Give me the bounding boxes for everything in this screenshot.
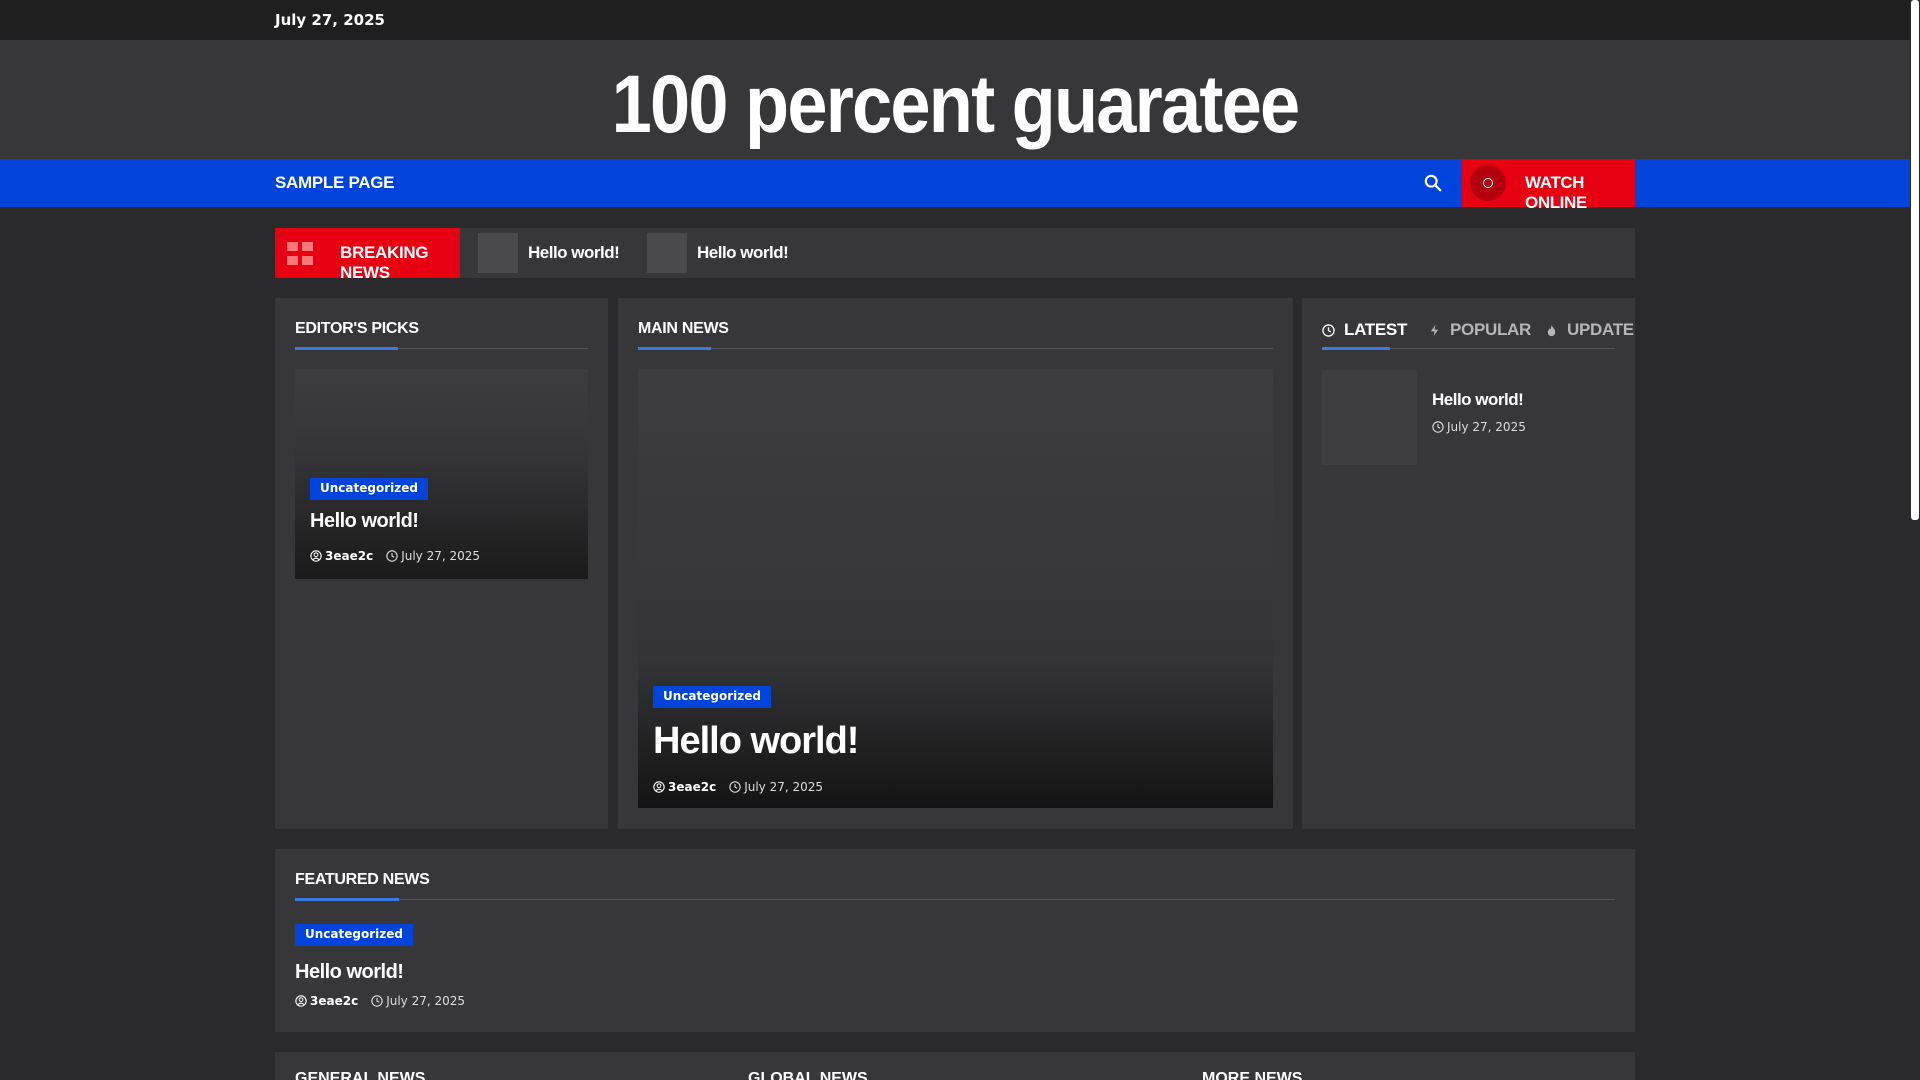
card-title[interactable]: Hello world!	[310, 510, 419, 533]
masthead: 100 percent guaratee	[0, 40, 1910, 159]
editors-pick-card[interactable]: Uncategorized Hello world! 3eae2c July 2…	[295, 369, 588, 579]
card-meta: 3eae2c July 27, 2025	[653, 780, 823, 794]
site-title[interactable]: 100 percent guaratee	[115, 58, 1796, 152]
editors-picks-panel: EDITOR'S PICKS Uncategorized Hello world…	[275, 298, 608, 829]
top-bar: July 27, 2025	[0, 0, 1910, 40]
tab-label: UPDATE	[1567, 320, 1634, 339]
user-icon	[310, 550, 322, 562]
author-link[interactable]: 3eae2c	[295, 994, 358, 1008]
tab-latest[interactable]: LATEST	[1322, 320, 1407, 340]
featured-item-title[interactable]: Hello world!	[295, 961, 404, 984]
clock-icon	[386, 550, 398, 562]
category-badge[interactable]: Uncategorized	[310, 478, 428, 500]
tabs-panel: LATEST POPULAR UPDATE Hello world! July …	[1302, 298, 1635, 829]
play-circle-icon	[1470, 165, 1506, 201]
ticker-thumbnail[interactable]	[478, 233, 518, 273]
scrollbar-thumb[interactable]	[1911, 0, 1919, 520]
user-icon	[653, 781, 665, 793]
latest-item-meta: July 27, 2025	[1432, 420, 1526, 434]
post-date-text: July 27, 2025	[1447, 420, 1526, 434]
user-icon	[295, 995, 307, 1007]
post-date-text: July 27, 2025	[401, 549, 481, 563]
post-date-text: July 27, 2025	[386, 994, 466, 1008]
section-underline	[638, 347, 711, 350]
bottom-news-panel: GENERAL NEWS GLOBAL NEWS MORE NEWS	[275, 1052, 1635, 1080]
grid-icon	[287, 242, 313, 266]
author-name[interactable]: 3eae2c	[310, 994, 358, 1008]
section-underline	[295, 347, 398, 350]
clock-icon	[1322, 323, 1335, 337]
editors-picks-title: EDITOR'S PICKS	[295, 320, 419, 337]
latest-item-title[interactable]: Hello world!	[1432, 390, 1524, 410]
author-link[interactable]: 3eae2c	[653, 780, 716, 794]
clock-icon	[729, 781, 741, 793]
search-button[interactable]	[1420, 170, 1446, 196]
category-badge[interactable]: Uncategorized	[295, 924, 413, 946]
post-date: July 27, 2025	[371, 994, 465, 1008]
post-date: July 27, 2025	[386, 549, 480, 563]
main-news-card[interactable]: Uncategorized Hello world! 3eae2c July 2…	[638, 369, 1273, 808]
card-title[interactable]: Hello world!	[653, 720, 859, 763]
breaking-news-text: BREAKING NEWS	[340, 243, 429, 282]
ticker-title[interactable]: Hello world!	[697, 243, 789, 263]
card-meta: 3eae2c July 27, 2025	[310, 549, 480, 563]
watch-online-label: WATCH ONLINE	[1525, 173, 1587, 212]
main-news-title: MAIN NEWS	[638, 320, 729, 337]
breaking-news-label: BREAKING NEWS	[275, 228, 460, 282]
bolt-icon	[1430, 324, 1439, 336]
nav-item-sample-page[interactable]: SAMPLE PAGE	[275, 173, 394, 193]
post-date: July 27, 2025	[1432, 420, 1526, 434]
section-divider	[638, 348, 1273, 349]
post-date: July 27, 2025	[729, 780, 823, 794]
watch-online-button[interactable]: WATCH ONLINE	[1462, 159, 1635, 212]
section-underline	[295, 898, 399, 901]
post-date-text: July 27, 2025	[744, 780, 824, 794]
ticker-title[interactable]: Hello world!	[528, 243, 620, 263]
section-divider	[295, 899, 1615, 900]
breaking-news-bar: BREAKING NEWS Hello world! Hello world!	[275, 228, 1635, 282]
tab-popular[interactable]: POPULAR	[1428, 320, 1531, 340]
featured-item-meta: 3eae2c July 27, 2025	[295, 994, 465, 1008]
main-navigation: SAMPLE PAGE WATCH ONLINE	[0, 159, 1910, 212]
clock-icon	[1432, 421, 1444, 433]
tab-update[interactable]: UPDATE	[1545, 320, 1634, 340]
latest-thumbnail[interactable]	[1322, 370, 1417, 465]
current-date: July 27, 2025	[275, 11, 385, 29]
category-badge[interactable]: Uncategorized	[653, 686, 771, 708]
tab-label: LATEST	[1344, 320, 1408, 339]
page-scrollbar[interactable]	[1910, 0, 1920, 1080]
active-tab-underline	[1322, 347, 1390, 350]
author-link[interactable]: 3eae2c	[310, 549, 373, 563]
featured-news-title: FEATURED NEWS	[295, 871, 430, 888]
author-name[interactable]: 3eae2c	[325, 549, 373, 563]
fire-icon	[1547, 324, 1556, 336]
tab-label: POPULAR	[1450, 320, 1532, 339]
general-news-title: GENERAL NEWS	[295, 1070, 426, 1080]
featured-news-panel: FEATURED NEWS Uncategorized Hello world!…	[275, 849, 1635, 1032]
ticker-thumbnail[interactable]	[647, 233, 687, 273]
search-icon	[1424, 174, 1442, 192]
main-news-panel: MAIN NEWS Uncategorized Hello world! 3ea…	[618, 298, 1293, 829]
clock-icon	[371, 995, 383, 1007]
author-name[interactable]: 3eae2c	[668, 780, 716, 794]
more-news-title: MORE NEWS	[1202, 1070, 1303, 1080]
global-news-title: GLOBAL NEWS	[748, 1070, 868, 1080]
